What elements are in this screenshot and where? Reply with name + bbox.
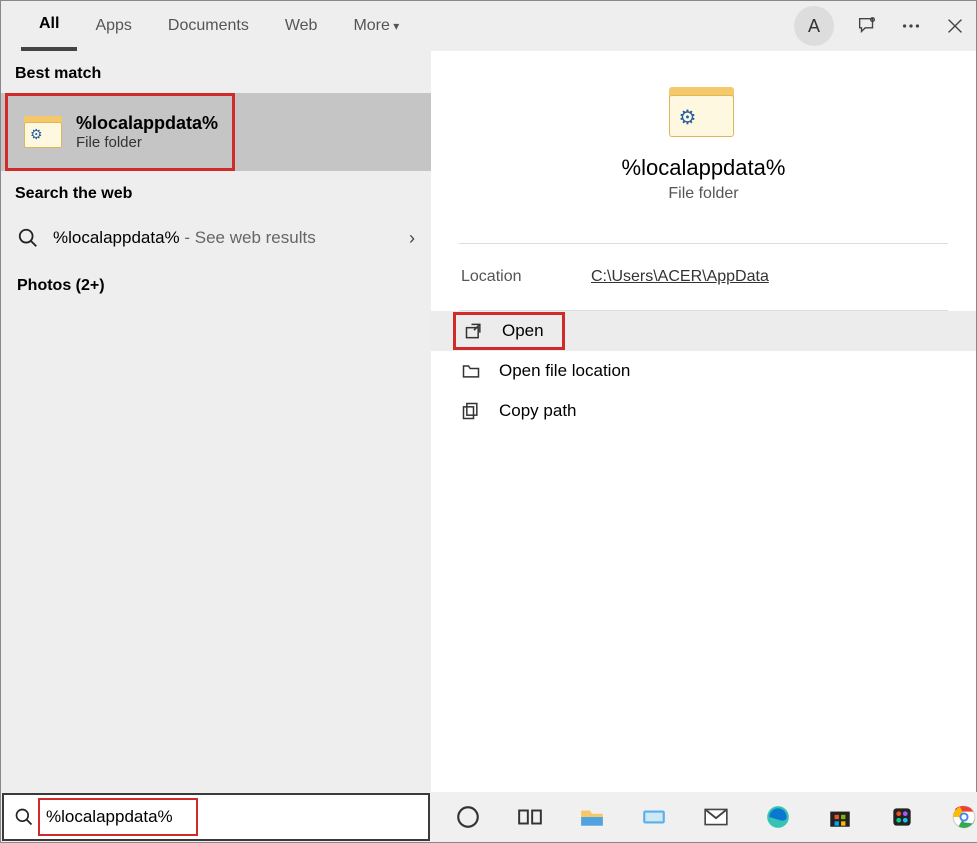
taskbar-keyboard-icon[interactable]	[640, 803, 668, 831]
web-result-suffix: - See web results	[180, 228, 316, 247]
tab-documents[interactable]: Documents	[150, 1, 267, 51]
location-value[interactable]: C:\Users\ACER\AppData	[591, 268, 769, 286]
action-open[interactable]: Open	[431, 311, 976, 351]
taskbar-chrome-icon[interactable]	[950, 803, 977, 831]
open-icon	[464, 321, 484, 341]
chevron-right-icon: ›	[409, 228, 415, 249]
preview-title: %localappdata%	[431, 155, 976, 181]
search-icon	[17, 227, 39, 249]
tab-apps[interactable]: Apps	[77, 1, 149, 51]
web-result-query: %localappdata%	[53, 228, 180, 247]
taskbar-store-icon[interactable]	[826, 803, 854, 831]
preview-pane: ⚙ %localappdata% File folder Location C:…	[431, 51, 976, 794]
action-copy-path-label: Copy path	[499, 401, 577, 421]
close-icon[interactable]	[944, 15, 966, 37]
taskbar-figma-icon[interactable]	[888, 803, 916, 831]
taskbar-mail-icon[interactable]	[702, 803, 730, 831]
folder-open-icon	[461, 361, 481, 381]
location-row: Location C:\Users\ACER\AppData	[431, 244, 976, 310]
photos-heading[interactable]: Photos (2+)	[1, 263, 431, 309]
best-match-heading: Best match	[1, 51, 431, 93]
action-open-file-location[interactable]: Open file location	[431, 351, 976, 391]
search-web-heading: Search the web	[1, 171, 431, 213]
folder-large-icon: ⚙	[669, 81, 739, 141]
tab-all[interactable]: All	[21, 1, 77, 51]
action-open-file-location-label: Open file location	[499, 361, 630, 381]
search-window: All Apps Documents Web More A Best match	[0, 0, 977, 843]
taskbar-file-explorer-icon[interactable]	[578, 803, 606, 831]
folder-icon: ⚙	[24, 112, 64, 152]
taskbar-cortana-icon[interactable]	[454, 803, 482, 831]
more-options-icon[interactable]	[900, 15, 922, 37]
location-label: Location	[461, 268, 591, 286]
web-result-item[interactable]: %localappdata% - See web results ›	[1, 213, 431, 263]
search-icon	[14, 807, 34, 827]
search-box[interactable]	[2, 793, 430, 841]
avatar[interactable]: A	[794, 6, 834, 46]
search-input[interactable]	[46, 807, 190, 827]
best-match-title: %localappdata%	[76, 113, 218, 134]
best-match-result[interactable]: ⚙ %localappdata% File folder	[5, 93, 235, 171]
filter-tabs: All Apps Documents Web More A	[1, 1, 976, 51]
best-match-subtitle: File folder	[76, 134, 218, 151]
preview-subtitle: File folder	[431, 185, 976, 203]
results-pane: Best match ⚙ %localappdata% File folder …	[1, 51, 431, 794]
taskbar	[1, 792, 977, 842]
action-copy-path[interactable]: Copy path	[431, 391, 976, 431]
action-open-label: Open	[502, 321, 544, 341]
tab-more[interactable]: More	[335, 1, 417, 51]
taskbar-edge-icon[interactable]	[764, 803, 792, 831]
tab-web[interactable]: Web	[267, 1, 336, 51]
copy-icon	[461, 401, 481, 421]
feedback-icon[interactable]	[856, 15, 878, 37]
taskbar-taskview-icon[interactable]	[516, 803, 544, 831]
